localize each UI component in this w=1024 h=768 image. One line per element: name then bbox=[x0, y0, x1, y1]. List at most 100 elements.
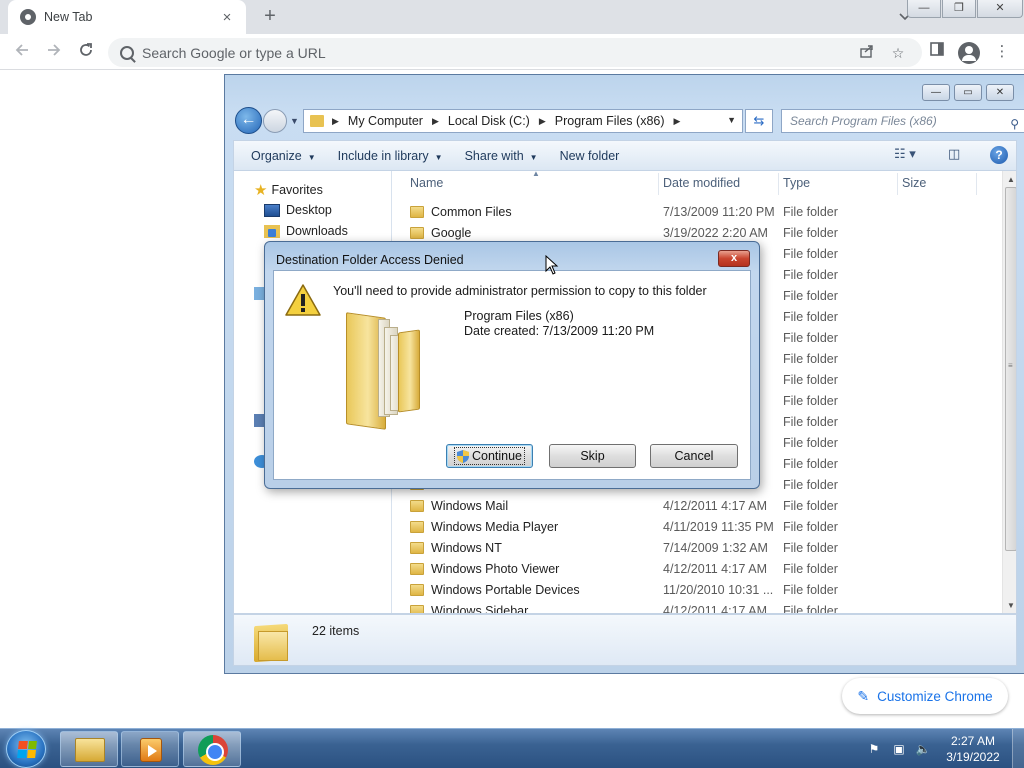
mouse-cursor-icon bbox=[545, 254, 559, 275]
explorer-minimize-button[interactable]: — bbox=[922, 84, 950, 101]
chrome-toolbar: Search Google or type a URL ☆ ⋮ bbox=[0, 34, 1024, 70]
new-folder-button[interactable]: New folder bbox=[560, 149, 620, 163]
file-type: File folder bbox=[783, 226, 838, 240]
refresh-icon[interactable]: ⇆ bbox=[745, 109, 773, 133]
action-center-flag-icon[interactable]: ⚑ bbox=[866, 741, 882, 757]
restore-button[interactable]: ❐ bbox=[942, 0, 976, 18]
start-button[interactable] bbox=[6, 730, 46, 768]
view-options-icon[interactable]: ☷ ▾ bbox=[894, 146, 916, 162]
taskbar-chrome[interactable] bbox=[183, 731, 241, 767]
nav-desktop[interactable]: Desktop bbox=[264, 203, 332, 217]
column-date-modified[interactable]: Date modified bbox=[663, 176, 740, 190]
explorer-search-input[interactable]: Search Program Files (x86) ⚲ bbox=[781, 109, 1024, 133]
file-row[interactable]: Windows Mail 4/12/2011 4:17 AM File folder bbox=[392, 496, 1002, 517]
windows-logo-icon bbox=[17, 741, 37, 758]
close-window-button[interactable]: ✕ bbox=[977, 0, 1023, 18]
profile-avatar-icon[interactable] bbox=[958, 42, 980, 64]
column-size[interactable]: Size bbox=[902, 176, 926, 190]
address-dropdown-icon[interactable]: ▼ bbox=[727, 115, 736, 125]
file-type: File folder bbox=[783, 289, 838, 303]
omnibox[interactable]: Search Google or type a URL ☆ bbox=[108, 38, 922, 67]
skip-button[interactable]: Skip bbox=[549, 444, 636, 468]
folder-icon bbox=[410, 605, 424, 613]
organize-menu[interactable]: Organize ▼ bbox=[251, 149, 316, 163]
explorer-close-button[interactable]: ✕ bbox=[986, 84, 1014, 101]
taskbar-media-player[interactable] bbox=[121, 731, 179, 767]
continue-button[interactable]: Continue bbox=[446, 444, 533, 468]
magnifier-icon[interactable]: ⚲ bbox=[1010, 113, 1019, 135]
bookmark-star-icon[interactable]: ☆ bbox=[889, 44, 907, 62]
tab-close-icon[interactable]: × bbox=[218, 9, 236, 26]
customize-chrome-button[interactable]: ✎ Customize Chrome bbox=[842, 678, 1008, 714]
file-name: Windows Sidebar bbox=[431, 604, 529, 614]
help-icon[interactable]: ? bbox=[990, 146, 1008, 164]
column-type[interactable]: Type bbox=[783, 176, 810, 190]
scroll-down-icon[interactable]: ▼ bbox=[1007, 601, 1015, 610]
explorer-back-arrow-icon[interactable]: ← bbox=[235, 107, 262, 134]
breadcrumb-my-computer[interactable]: My Computer bbox=[348, 114, 423, 128]
folder-icon bbox=[410, 206, 424, 218]
file-row[interactable]: Common Files 7/13/2009 11:20 PM File folde… bbox=[392, 202, 1002, 223]
system-clock[interactable]: 2:27 AM 3/19/2022 bbox=[942, 733, 1004, 765]
uac-shield-icon bbox=[456, 449, 469, 463]
file-date: 3/19/2022 2:20 AM bbox=[663, 226, 768, 240]
folder-icon bbox=[410, 227, 424, 239]
file-date: 4/12/2011 4:17 AM bbox=[663, 604, 768, 614]
column-name[interactable]: Name bbox=[410, 176, 443, 190]
nav-downloads-label: Downloads bbox=[286, 224, 348, 238]
file-row[interactable]: Windows Sidebar 4/12/2011 4:17 AM File fol… bbox=[392, 601, 1002, 614]
file-row[interactable]: Windows Media Player 4/11/2019 11:35 PM Fi… bbox=[392, 517, 1002, 538]
file-type: File folder bbox=[783, 499, 838, 513]
file-date: 4/11/2019 11:35 PM bbox=[663, 520, 774, 534]
include-in-library-menu[interactable]: Include in library ▼ bbox=[338, 149, 443, 163]
preview-pane-icon[interactable]: ◫ bbox=[948, 146, 960, 162]
breadcrumb-program-files[interactable]: Program Files (x86) bbox=[555, 114, 665, 128]
nav-downloads[interactable]: Downloads bbox=[264, 224, 348, 238]
share-icon[interactable] bbox=[858, 44, 876, 62]
folder-icon bbox=[410, 584, 424, 596]
scroll-grip-icon: ≡ bbox=[1008, 361, 1013, 370]
scroll-up-icon[interactable]: ▲ bbox=[1007, 175, 1015, 184]
file-name: Common Files bbox=[431, 205, 512, 219]
network-tray-icon[interactable]: ▣ bbox=[891, 741, 907, 757]
minimize-button[interactable]: — bbox=[907, 0, 941, 18]
taskbar-explorer[interactable] bbox=[60, 731, 118, 767]
cancel-button[interactable]: Cancel bbox=[650, 444, 738, 468]
new-tab-button[interactable]: + bbox=[258, 4, 282, 28]
explorer-address-row: ← ▼ ▶ My Computer ▶ Local Disk (C:) ▶ Pr… bbox=[233, 107, 1024, 135]
file-type: File folder bbox=[783, 436, 838, 450]
vertical-scrollbar[interactable]: ▲ ≡ ▼ bbox=[1002, 171, 1016, 613]
reload-icon[interactable] bbox=[73, 40, 99, 66]
file-row[interactable]: Windows Photo Viewer 4/12/2011 4:17 AM Fil… bbox=[392, 559, 1002, 580]
nav-desktop-label: Desktop bbox=[286, 203, 332, 217]
sort-ascending-icon: ▲ bbox=[532, 170, 540, 178]
search-icon bbox=[120, 45, 134, 60]
address-bar[interactable]: ▶ My Computer ▶ Local Disk (C:) ▶ Progra… bbox=[303, 109, 743, 133]
clock-time: 2:27 AM bbox=[950, 734, 996, 748]
more-menu-icon[interactable]: ⋮ bbox=[990, 40, 1014, 64]
explorer-maximize-button[interactable]: ▭ bbox=[954, 84, 982, 101]
show-desktop-button[interactable] bbox=[1012, 729, 1024, 768]
large-folder-icon bbox=[254, 621, 288, 663]
omnibox-placeholder: Search Google or type a URL bbox=[142, 44, 326, 61]
side-panel-icon[interactable] bbox=[925, 40, 949, 64]
share-with-menu[interactable]: Share with ▼ bbox=[465, 149, 538, 163]
forward-arrow-icon[interactable] bbox=[41, 40, 67, 66]
tab-new-tab[interactable]: New Tab × bbox=[8, 0, 246, 34]
file-name: Windows Mail bbox=[431, 499, 509, 513]
file-type: File folder bbox=[783, 541, 838, 555]
volume-icon[interactable]: 🔈 bbox=[915, 741, 931, 757]
file-type: File folder bbox=[783, 268, 838, 282]
file-date: 11/20/2010 10:31 ... bbox=[663, 583, 774, 597]
dialog-close-button[interactable]: x bbox=[718, 250, 750, 267]
history-dropdown-icon[interactable]: ▼ bbox=[290, 116, 299, 126]
file-type: File folder bbox=[783, 205, 838, 219]
file-row[interactable]: Windows Portable Devices 11/20/2010 10:31… bbox=[392, 580, 1002, 601]
breadcrumb-local-disk[interactable]: Local Disk (C:) bbox=[448, 114, 530, 128]
nav-favorites[interactable]: ★ Favorites bbox=[254, 181, 323, 199]
explorer-forward-arrow-icon[interactable] bbox=[263, 109, 287, 133]
file-date: 4/12/2011 4:17 AM bbox=[663, 499, 768, 513]
back-arrow-icon[interactable] bbox=[9, 40, 35, 66]
file-row[interactable]: Windows NT 7/14/2009 1:32 AM File folder bbox=[392, 538, 1002, 559]
file-type: File folder bbox=[783, 373, 838, 387]
